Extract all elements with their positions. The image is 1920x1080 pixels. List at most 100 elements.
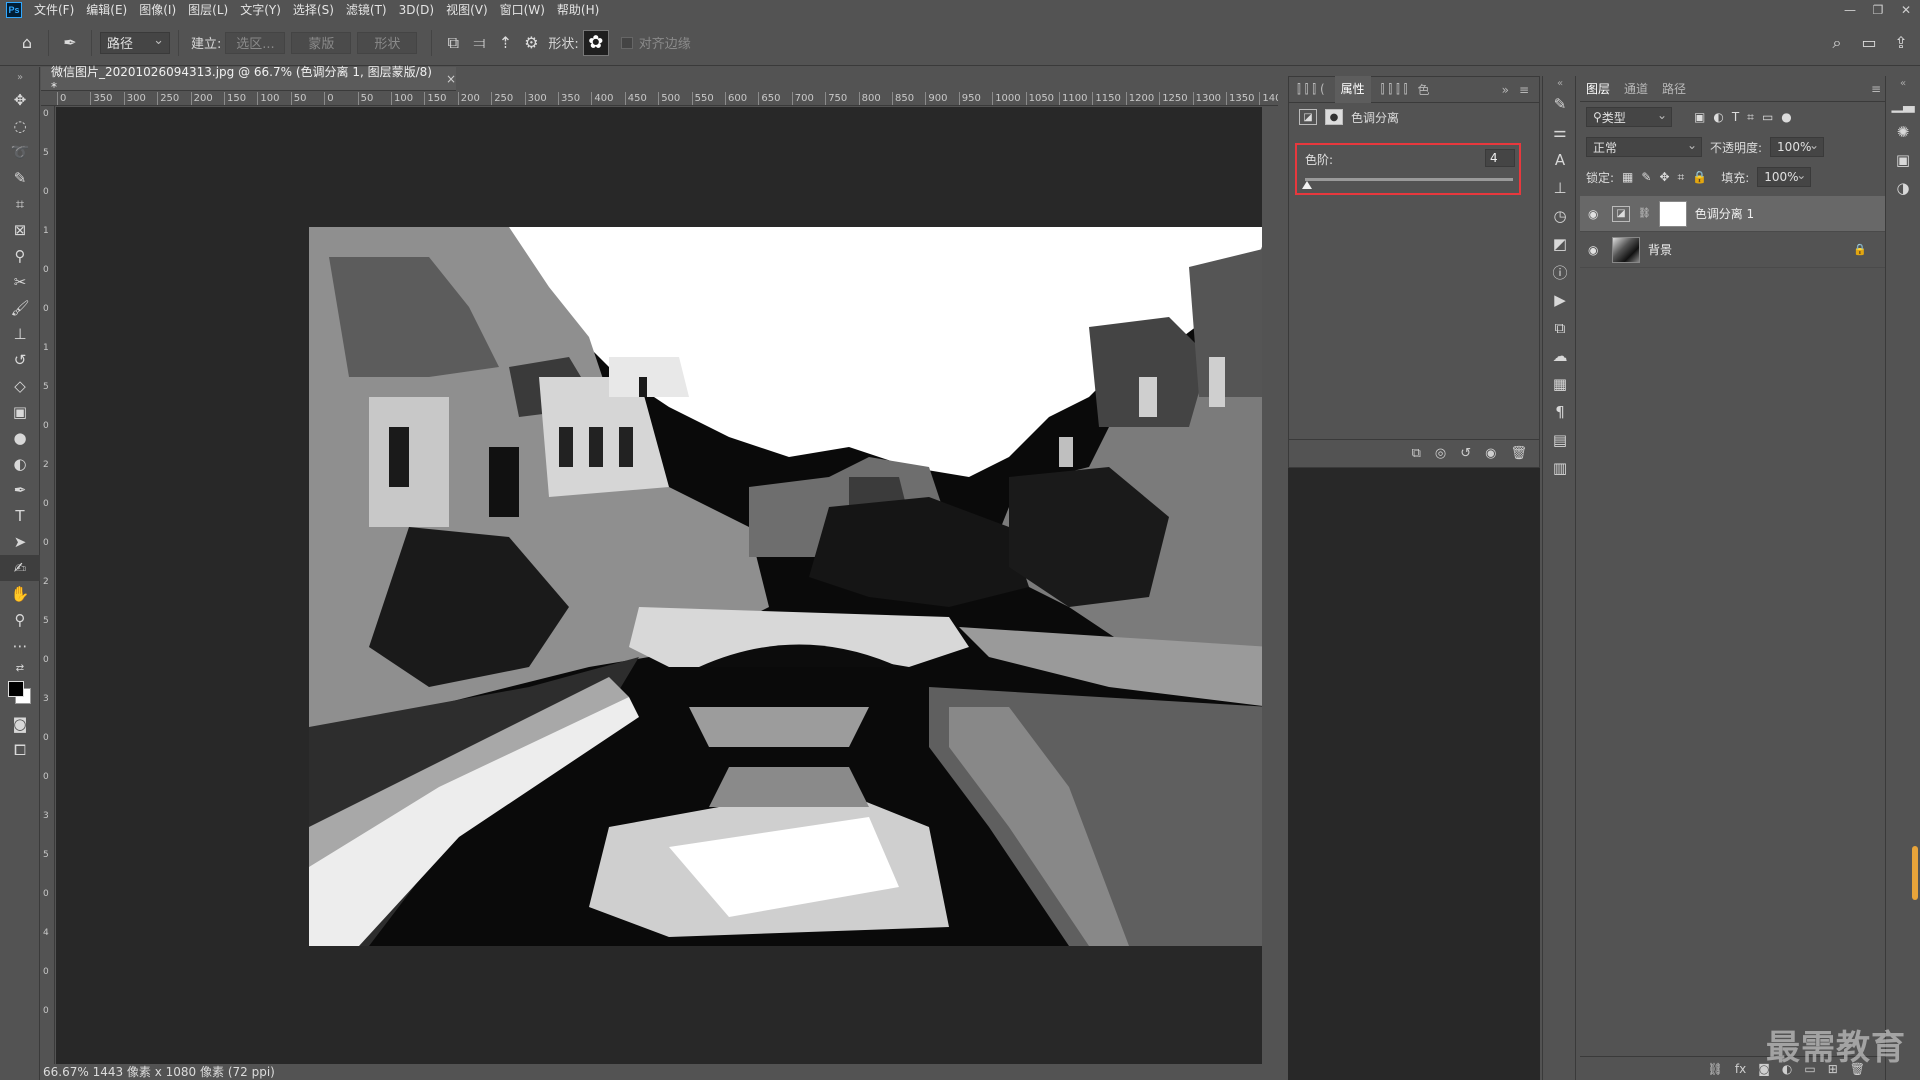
fx-icon[interactable]: fx <box>1735 1062 1746 1076</box>
frame-tool-icon[interactable]: ⊠ <box>0 217 40 243</box>
adjustment-layer-icon[interactable]: ◪ <box>1299 109 1317 125</box>
path-selection-tool-icon[interactable]: ➤ <box>0 529 40 555</box>
layer-thumbnail[interactable] <box>1612 236 1640 263</box>
layer-comps-icon[interactable]: ⧉ <box>1543 314 1577 342</box>
collapse-icon[interactable]: « <box>1543 76 1577 90</box>
info-icon[interactable]: ⓘ <box>1543 258 1577 286</box>
menu-item[interactable]: 选择(S) <box>287 0 340 20</box>
view-previous-icon[interactable]: ◎ <box>1435 446 1446 461</box>
align-edges-checkbox[interactable] <box>620 36 633 49</box>
scroll-indicator[interactable] <box>1912 846 1918 900</box>
filter-pixel-icon[interactable]: ▣ <box>1694 110 1705 124</box>
hand-tool-icon[interactable]: ✋ <box>0 581 40 607</box>
lock-artboard-icon[interactable]: ⌗ <box>1678 170 1685 185</box>
search-icon[interactable]: ⌕ <box>1824 30 1850 56</box>
foreground-color[interactable] <box>8 681 24 697</box>
panel-expand-icon[interactable]: » <box>1502 83 1509 97</box>
eye-icon[interactable]: ◉ <box>1588 207 1604 221</box>
menu-item[interactable]: 滤镜(T) <box>340 0 393 20</box>
panel-menu-icon[interactable]: ≡ <box>1871 82 1881 96</box>
make-selection-button[interactable]: 选区... <box>225 31 286 54</box>
brushes-icon[interactable]: ⚌ <box>1543 118 1577 146</box>
close-button[interactable]: ✕ <box>1892 0 1920 20</box>
make-mask-button[interactable]: 蒙版 <box>291 31 352 54</box>
navigator-icon[interactable]: ✺ <box>1886 118 1920 146</box>
layer-row-posterize[interactable]: ◉ ◪ ⛓ 色调分离 1 <box>1580 196 1885 232</box>
menu-item[interactable]: 3D(D) <box>393 0 440 20</box>
blur-tool-icon[interactable]: ● <box>0 425 40 451</box>
menu-item[interactable]: 编辑(E) <box>80 0 133 20</box>
dodge-tool-icon[interactable]: ◐ <box>0 451 40 477</box>
clone-source-icon[interactable]: ⊥ <box>1543 174 1577 202</box>
layer-mask-thumbnail[interactable] <box>1658 200 1687 227</box>
share-icon[interactable]: ⇪ <box>1888 30 1914 56</box>
lock-all-icon[interactable]: 🔒 <box>1692 170 1707 184</box>
tab-paths[interactable]: 路径 <box>1662 80 1686 97</box>
menu-item[interactable]: 视图(V) <box>440 0 494 20</box>
filter-shape-icon[interactable]: ⌗ <box>1747 110 1754 125</box>
properties-icon[interactable]: ▤ <box>1543 426 1577 454</box>
layer-row-background[interactable]: ◉ 背景 🔒 <box>1580 232 1885 268</box>
lasso-tool-icon[interactable]: ➰ <box>0 139 40 165</box>
shape-picker[interactable]: ✿ <box>582 29 609 56</box>
marquee-tool-icon[interactable]: ◌ <box>0 113 40 139</box>
brush-settings-icon[interactable]: ✎ <box>1543 90 1577 118</box>
eye-icon[interactable]: ◉ <box>1588 243 1604 257</box>
minimize-button[interactable]: — <box>1836 0 1864 20</box>
notes-icon[interactable]: ▥ <box>1543 454 1577 482</box>
tab-channels[interactable]: 通道 <box>1624 80 1648 97</box>
gradient-tool-icon[interactable]: ▣ <box>0 399 40 425</box>
actions-play-icon[interactable]: ▶ <box>1543 286 1577 314</box>
make-shape-button[interactable]: 形状 <box>357 31 418 54</box>
collapse-icon[interactable]: » <box>0 67 40 87</box>
tab-properties[interactable]: 属性 <box>1334 76 1371 103</box>
visibility-eye-icon[interactable]: ◉ <box>1485 446 1496 461</box>
tab-layers[interactable]: 图层 <box>1586 80 1610 97</box>
brush-tool-icon[interactable]: 🖌 <box>0 295 40 321</box>
table-icon[interactable]: ▦ <box>1543 370 1577 398</box>
menu-item[interactable]: 文件(F) <box>28 0 80 20</box>
clone-stamp-tool-icon[interactable]: ⊥ <box>0 321 40 347</box>
trash-icon[interactable]: 🗑 <box>1510 446 1527 461</box>
lock-pixels-icon[interactable]: ✎ <box>1641 170 1651 184</box>
clip-to-layer-icon[interactable]: ⧉ <box>1412 446 1421 461</box>
quick-mask-icon[interactable]: ◙ <box>0 711 40 737</box>
menu-item[interactable]: 图层(L) <box>182 0 234 20</box>
history-icon[interactable]: ◷ <box>1543 202 1577 230</box>
fill-input[interactable]: 100% <box>1757 167 1812 187</box>
histogram-icon[interactable]: ▁▃ <box>1886 90 1920 118</box>
filter-smart-object-icon[interactable]: ▭ <box>1762 110 1773 124</box>
levels-slider-thumb[interactable] <box>1301 181 1312 189</box>
pen-tool-icon[interactable]: ✒ <box>0 477 40 503</box>
crop-tool-icon[interactable]: ⌗ <box>0 191 40 217</box>
lock-transparent-icon[interactable]: ▦ <box>1622 170 1633 184</box>
reset-icon[interactable]: ↺ <box>1460 446 1471 461</box>
path-arrangement-icon[interactable]: ⇡ <box>492 30 518 56</box>
path-operations-icon[interactable]: ⧉ <box>440 30 466 56</box>
filter-toggle-icon[interactable]: ● <box>1781 110 1791 124</box>
panel-tab-icons-2[interactable]: ⫿ ⫿ ⫿ ⫿ <box>1381 82 1408 97</box>
color-swatches[interactable] <box>0 677 40 711</box>
pen-tool-preset-icon[interactable]: ✒ <box>57 30 83 56</box>
character-icon[interactable]: A <box>1543 146 1577 174</box>
path-alignment-icon[interactable]: ⫤ <box>466 30 492 56</box>
document-image[interactable] <box>309 227 1271 946</box>
path-mode-select[interactable]: 路径 <box>100 31 170 54</box>
filter-adjustment-icon[interactable]: ◐ <box>1713 110 1723 124</box>
move-tool-icon[interactable]: ✥ <box>0 87 40 113</box>
home-icon[interactable]: ⌂ <box>14 30 40 56</box>
gear-icon[interactable]: ⚙ <box>518 30 544 56</box>
collapse-icon[interactable]: « <box>1886 76 1920 90</box>
link-icon[interactable]: ⛓ <box>1638 208 1651 219</box>
more-tools-icon[interactable]: ⋯ <box>0 633 40 659</box>
eyedropper-tool-icon[interactable]: ⚲ <box>0 243 40 269</box>
levels-input[interactable]: 4 <box>1485 149 1515 167</box>
canvas-scroll-region[interactable] <box>1262 106 1278 1064</box>
zoom-tool-icon[interactable]: ⚲ <box>0 607 40 633</box>
tab-color[interactable]: 色 <box>1417 81 1429 98</box>
menu-item[interactable]: 图像(I) <box>133 0 182 20</box>
adjustments-icon[interactable]: ◩ <box>1543 230 1577 258</box>
color-wheel-icon[interactable]: ◑ <box>1886 174 1920 202</box>
levels-slider-track[interactable] <box>1305 178 1513 181</box>
paragraph-icon[interactable]: ¶ <box>1543 398 1577 426</box>
